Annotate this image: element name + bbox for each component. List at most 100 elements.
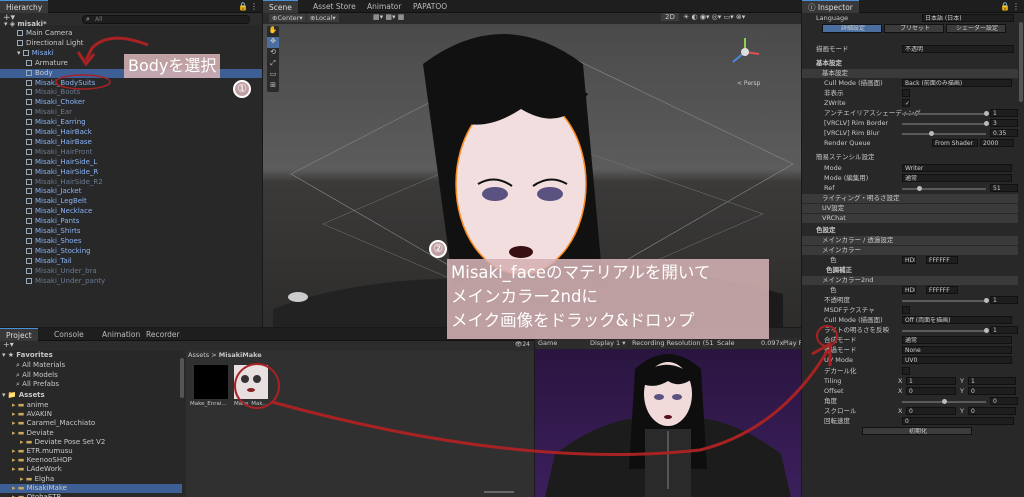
inspector-slider[interactable] (902, 187, 986, 190)
hierarchy-item[interactable]: Misaki_Choker (0, 98, 262, 107)
collapsed-section[interactable]: ライティング・明るさ設定 (802, 193, 1018, 203)
inspector-dropdown[interactable]: 通常 (902, 173, 1012, 182)
offset-x[interactable]: 0 (906, 386, 956, 395)
settings-detail-button[interactable]: 詳細設定 (822, 24, 882, 34)
folder-item[interactable]: ▸ ▬ anime (0, 401, 182, 410)
inspector-value[interactable]: 1 (990, 109, 1018, 118)
hierarchy-item[interactable]: Misaki_HairFront (0, 148, 262, 157)
hierarchy-item[interactable]: Main Camera (0, 29, 262, 38)
hierarchy-item[interactable]: Misaki_Jacket (0, 187, 262, 196)
folder-item[interactable]: ▸ ▬ ETR.mumusu (0, 447, 182, 456)
inspector-value[interactable]: 0.35 (990, 129, 1018, 138)
asset-size-slider[interactable] (484, 491, 514, 493)
inspector-value[interactable]: 1 (990, 326, 1018, 335)
favorite-item[interactable]: ⌕ All Prefabs (0, 380, 182, 389)
favorites-row[interactable]: ▾ ★ Favorites (0, 351, 182, 360)
menu-icon[interactable]: ⋮ (250, 2, 258, 11)
inspector-dropdown[interactable]: Writer (902, 163, 1012, 172)
space-dropdown[interactable]: ⊕Local▾ (307, 14, 339, 22)
play-focused-dropdown[interactable]: Play F (783, 338, 801, 349)
move-tool-icon[interactable]: ✥ (267, 37, 279, 48)
inspector-knob[interactable] (984, 328, 989, 334)
game-viewport[interactable] (535, 349, 801, 497)
hierarchy-item[interactable]: Misaki_Pants (0, 217, 262, 226)
tiling-y[interactable]: 1 (968, 376, 1016, 385)
render-queue-value[interactable]: 2000 (980, 139, 1014, 148)
rotate-value[interactable]: 0 (902, 416, 1014, 425)
hierarchy-item[interactable]: Misaki_BodySuits (0, 79, 262, 88)
inspector-checkbox[interactable] (902, 366, 910, 375)
game-tab[interactable]: Game (538, 338, 557, 349)
hierarchy-item[interactable]: Misaki_HairBase (0, 138, 262, 147)
inspector-value[interactable]: 3 (990, 119, 1018, 128)
inspector-checkbox[interactable] (902, 306, 910, 315)
rect-tool-icon[interactable]: ▭ (267, 70, 279, 81)
angle-knob[interactable] (942, 398, 947, 404)
main-hex-field[interactable]: FFFFFF (926, 255, 958, 264)
tab-scene[interactable]: Scene (263, 0, 298, 13)
angle-value[interactable]: 0 (990, 396, 1018, 405)
hierarchy-item[interactable]: Misaki_Boots (0, 88, 262, 97)
menu-icon[interactable]: ⋮ (1012, 2, 1020, 11)
folder-item[interactable]: ▸ ▬ MisakiMake (0, 483, 182, 493)
inspector-slider[interactable] (902, 133, 986, 136)
hierarchy-item[interactable]: Misaki_HairSide_R2 (0, 178, 262, 187)
tab-animation[interactable]: Animation (96, 328, 146, 341)
persp-label[interactable]: < Persp (737, 80, 760, 87)
tab-recorder[interactable]: Recorder (140, 328, 186, 341)
inspector-value[interactable]: 1 (990, 296, 1018, 305)
inspector-value[interactable]: 51 (990, 183, 1018, 192)
hierarchy-item[interactable]: Misaki_Under_bra (0, 267, 262, 276)
inspector-slider[interactable] (902, 330, 986, 333)
hierarchy-item[interactable]: Misaki_Necklace (0, 207, 262, 216)
display-dropdown[interactable]: Display 1 ▾ (590, 338, 626, 349)
main-color-sub[interactable]: メインカラー (802, 245, 1018, 255)
tab-animator[interactable]: Animator (361, 0, 407, 13)
main-color-section[interactable]: メインカラー / 透過設定 (802, 235, 1018, 245)
render-mode-dropdown[interactable]: 不透明 (902, 44, 1014, 53)
scale-tool-icon[interactable]: ⤢ (267, 59, 279, 70)
inspector-slider[interactable] (902, 300, 986, 303)
pivot-dropdown[interactable]: ⊕Center▾ (269, 14, 306, 22)
collapsed-section[interactable]: UV設定 (802, 203, 1018, 213)
tree-scrollbar[interactable] (180, 358, 184, 398)
hierarchy-item[interactable]: Directional Light (0, 39, 262, 48)
resolution-dropdown[interactable]: Recording Resolution (512... (632, 338, 714, 349)
scroll-y[interactable]: 0 (968, 406, 1016, 415)
mode-2d-button[interactable]: 2D (661, 13, 679, 21)
folder-item[interactable]: ▸ ▬ Caramel_Macchiato (0, 419, 182, 428)
rotate-tool-icon[interactable]: ⟲ (267, 48, 279, 59)
transform-tool-icon[interactable]: ⊞ (267, 81, 279, 92)
folder-item[interactable]: ▸ ▬ KeenooSHOP (0, 456, 182, 465)
hierarchy-item[interactable]: Misaki_HairBack (0, 128, 262, 137)
folder-item[interactable]: ▸ ▬ Deviate (0, 429, 182, 438)
shader-settings-button[interactable]: シェーダー設定 (946, 24, 1006, 34)
hierarchy-item[interactable]: Misaki_Under_panty (0, 277, 262, 286)
inspector-knob[interactable] (929, 131, 935, 137)
offset-y[interactable]: 0 (968, 386, 1016, 395)
breadcrumb-misakimake[interactable]: MisakiMake (219, 351, 262, 359)
tab-papatoo[interactable]: PAPATOO (407, 0, 453, 13)
inspector-slider[interactable] (902, 113, 986, 116)
hand-tool-icon[interactable]: ✋ (267, 26, 279, 37)
inspector-knob[interactable] (984, 111, 989, 117)
hierarchy-item[interactable]: Misaki_Ear (0, 108, 262, 117)
favorite-item[interactable]: ⌕ All Models (0, 371, 182, 380)
hierarchy-item[interactable]: Misaki_Tail (0, 257, 262, 266)
init-button[interactable]: 初期化 (862, 426, 972, 435)
asset-thumb-enrai[interactable] (194, 365, 228, 399)
add-asset-icon[interactable]: +▾ (3, 340, 14, 349)
collapsed-section[interactable]: VRChat (802, 213, 1018, 223)
scene-root-row[interactable]: ▾ ◈ misaki* (0, 20, 262, 29)
folder-item[interactable]: ▸ ▬ AVAKIN (0, 410, 182, 419)
tab-console[interactable]: Console (48, 328, 90, 341)
hierarchy-item[interactable]: Misaki_HairSide_L (0, 158, 262, 167)
folder-item[interactable]: ▸ ▬ Deviate Pose Set V2 (0, 438, 182, 447)
scale-value[interactable]: 0.097x (761, 338, 783, 349)
language-dropdown[interactable]: 日本語 (日本) (922, 14, 1014, 22)
lock-icon[interactable]: 🔒 (238, 2, 248, 11)
tab-inspector[interactable]: ⓘ Inspector (802, 0, 859, 13)
favorite-item[interactable]: ⌕ All Materials (0, 361, 182, 370)
inspector-checkbox[interactable] (902, 89, 910, 98)
inspector-dropdown[interactable]: UV0 (902, 356, 1012, 365)
